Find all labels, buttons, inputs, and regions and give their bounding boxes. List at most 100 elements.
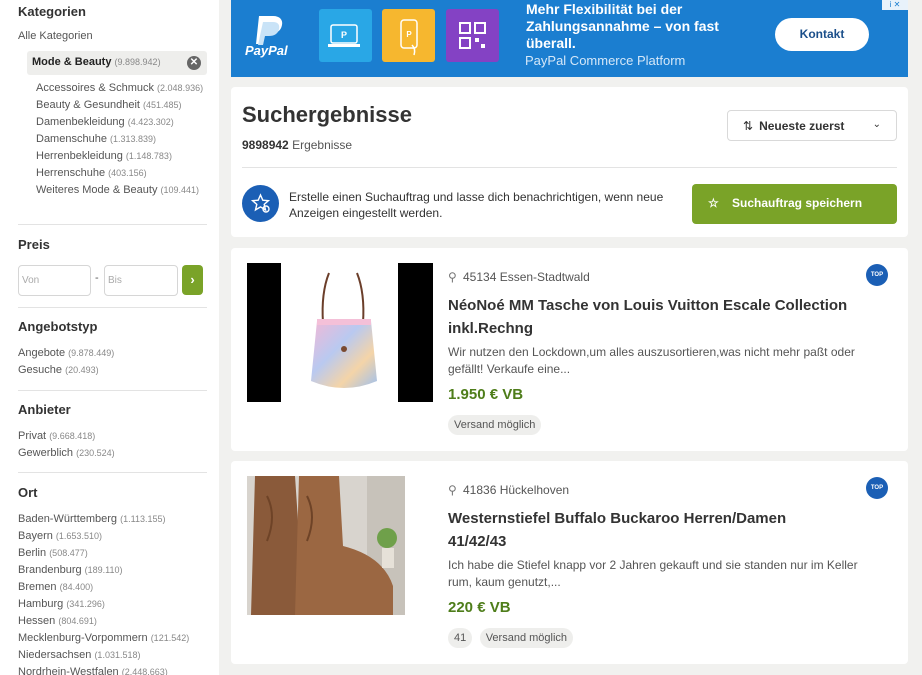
price-from-input[interactable]: Von bbox=[18, 265, 91, 296]
listing-location-text: 41836 Hückelhoven bbox=[463, 483, 570, 497]
svg-text:P: P bbox=[406, 30, 412, 39]
subcategory-item[interactable]: Herrenbekleidung (1.148.783) bbox=[36, 148, 211, 165]
provider-label: Gewerblich bbox=[18, 447, 74, 459]
section-divider bbox=[18, 390, 207, 391]
subcategory-item[interactable]: Damenschuhe (1.313.839) bbox=[36, 131, 211, 148]
listing-tags: Versand möglich bbox=[448, 415, 544, 435]
provider-item[interactable]: Privat (9.668.418) bbox=[18, 428, 115, 445]
all-categories-link[interactable]: Alle Kategorien bbox=[18, 30, 93, 42]
location-label: Hessen bbox=[18, 615, 56, 627]
subcategory-count: (4.423.302) bbox=[127, 117, 174, 127]
location-label: Baden-Württemberg bbox=[18, 513, 118, 525]
offer-type-title: Angebotstyp bbox=[18, 319, 98, 334]
results-count: 9898942 Ergebnisse bbox=[242, 138, 352, 152]
offer-type-item[interactable]: Gesuche (20.493) bbox=[18, 362, 114, 379]
results-count-label: Ergebnisse bbox=[292, 138, 353, 152]
location-item[interactable]: Brandenburg (189.110) bbox=[18, 562, 189, 579]
location-count: (189.110) bbox=[84, 565, 123, 575]
location-list: Baden-Württemberg (1.113.155) Bayern (1.… bbox=[18, 511, 189, 675]
laptop-payment-icon: P bbox=[319, 9, 372, 62]
section-divider bbox=[18, 472, 207, 473]
top-badge: TOP bbox=[866, 477, 888, 499]
sort-label: Neueste zuerst bbox=[759, 119, 845, 133]
size-tag: 41 bbox=[448, 628, 473, 648]
subcategory-item[interactable]: Accessoires & Schmuck (2.048.936) bbox=[36, 80, 211, 97]
price-to-input[interactable]: Bis bbox=[104, 265, 178, 296]
ad-headline: Mehr Flexibilität bei der Zahlungsannahm… bbox=[526, 1, 719, 51]
provider-item[interactable]: Gewerblich (230.524) bbox=[18, 445, 115, 462]
location-item[interactable]: Berlin (508.477) bbox=[18, 545, 189, 562]
listing-description: Wir nutzen den Lockdown,um alles auszuso… bbox=[448, 345, 855, 376]
offer-type-count: (20.493) bbox=[65, 365, 99, 375]
listing-title[interactable]: Westernstiefel Buffalo Buckaroo Herren/D… bbox=[448, 507, 848, 553]
price-apply-button[interactable]: › bbox=[182, 265, 203, 295]
location-pin-icon: ⚲ bbox=[448, 270, 457, 284]
subcategory-item[interactable]: Beauty & Gesundheit (451.485) bbox=[36, 97, 211, 114]
subcategory-count: (403.156) bbox=[108, 168, 147, 178]
shipping-tag: Versand möglich bbox=[448, 415, 542, 435]
subcategory-count: (451.485) bbox=[143, 100, 182, 110]
provider-count: (230.524) bbox=[76, 448, 115, 458]
location-count: (1.031.518) bbox=[94, 650, 141, 660]
listing-card[interactable]: ⚲ 45134 Essen-Stadtwald TOP NéoNoé MM Tas… bbox=[231, 248, 908, 451]
section-divider bbox=[18, 224, 207, 225]
qr-code-icon bbox=[446, 9, 499, 62]
selected-category[interactable]: Mode & Beauty (9.898.942) ✕ bbox=[27, 51, 207, 75]
location-item[interactable]: Bremen (84.400) bbox=[18, 579, 189, 596]
location-pin-icon: ⚲ bbox=[448, 483, 457, 497]
location-item[interactable]: Hessen (804.691) bbox=[18, 613, 189, 630]
ad-subline: PayPal Commerce Platform bbox=[525, 53, 686, 68]
offer-type-item[interactable]: Angebote (9.878.449) bbox=[18, 345, 114, 362]
listing-image[interactable] bbox=[247, 263, 433, 402]
subcategory-item[interactable]: Damenbekleidung (4.423.302) bbox=[36, 114, 211, 131]
location-count: (341.296) bbox=[66, 599, 105, 609]
listing-image[interactable] bbox=[247, 476, 433, 615]
location-item[interactable]: Baden-Württemberg (1.113.155) bbox=[18, 511, 189, 528]
location-label: Hamburg bbox=[18, 598, 64, 610]
offer-type-label: Angebote bbox=[18, 347, 66, 359]
location-item[interactable]: Nordrhein-Westfalen (2.448.663) bbox=[18, 664, 189, 675]
location-item[interactable]: Hamburg (341.296) bbox=[18, 596, 189, 613]
clear-category-icon[interactable]: ✕ bbox=[187, 56, 201, 70]
location-item[interactable]: Mecklenburg-Vorpommern (121.542) bbox=[18, 630, 189, 647]
ad-banner[interactable]: PayPal P P Mehr Flexibilität bei der Zah… bbox=[231, 0, 908, 77]
save-search-button[interactable]: ☆ Suchauftrag speichern bbox=[692, 184, 897, 224]
subcategory-count: (1.148.783) bbox=[125, 151, 172, 161]
location-label: Brandenburg bbox=[18, 564, 82, 576]
listing-title[interactable]: NéoNoé MM Tasche von Louis Vuitton Escal… bbox=[448, 294, 848, 340]
subcategory-item[interactable]: Weiteres Mode & Beauty (109.441) bbox=[36, 182, 211, 199]
location-count: (1.653.510) bbox=[55, 531, 102, 541]
location-item[interactable]: Bayern (1.653.510) bbox=[18, 528, 189, 545]
location-count: (84.400) bbox=[59, 582, 94, 592]
subcategory-list: Accessoires & Schmuck (2.048.936) Beauty… bbox=[36, 80, 211, 199]
location-title: Ort bbox=[18, 485, 38, 500]
shipping-tag: Versand möglich bbox=[479, 628, 574, 648]
subcategory-count: (2.048.936) bbox=[157, 83, 204, 93]
section-divider bbox=[18, 307, 207, 308]
filter-sidebar: Kategorien Alle Kategorien Mode & Beauty… bbox=[0, 0, 219, 675]
results-count-value: 9898942 bbox=[242, 138, 289, 152]
selected-category-count: (9.898.942) bbox=[114, 57, 161, 67]
chevron-down-icon: ⌄ bbox=[872, 119, 881, 130]
sort-dropdown[interactable]: ⇅ Neueste zuerst ⌄ bbox=[727, 110, 897, 141]
header-divider bbox=[242, 167, 897, 168]
provider-label: Privat bbox=[18, 430, 47, 442]
subcategory-item[interactable]: Herrenschuhe (403.156) bbox=[36, 165, 211, 182]
location-item[interactable]: Niedersachsen (1.031.518) bbox=[18, 647, 189, 664]
subcategory-label: Beauty & Gesundheit bbox=[36, 99, 140, 111]
ad-choices-close-icon[interactable]: i ✕ bbox=[882, 0, 908, 10]
listing-card[interactable]: ⚲ 41836 Hückelhoven TOP Westernstiefel Bu… bbox=[231, 461, 908, 664]
listing-price: 220 € VB bbox=[448, 599, 511, 616]
listing-location-text: 45134 Essen-Stadtwald bbox=[463, 270, 590, 284]
subcategory-label: Herrenschuhe bbox=[36, 167, 106, 179]
top-badge: TOP bbox=[866, 264, 888, 286]
ad-contact-button[interactable]: Kontakt bbox=[775, 18, 869, 51]
location-count: (1.113.155) bbox=[120, 514, 166, 524]
location-label: Berlin bbox=[18, 547, 47, 559]
search-alert-star-icon bbox=[242, 185, 279, 222]
location-count: (121.542) bbox=[150, 633, 190, 643]
paypal-brand-text: PayPal bbox=[245, 43, 288, 58]
location-label: Bayern bbox=[18, 530, 53, 542]
price-title: Preis bbox=[18, 237, 50, 252]
provider-list: Privat (9.668.418) Gewerblich (230.524) bbox=[18, 428, 115, 462]
